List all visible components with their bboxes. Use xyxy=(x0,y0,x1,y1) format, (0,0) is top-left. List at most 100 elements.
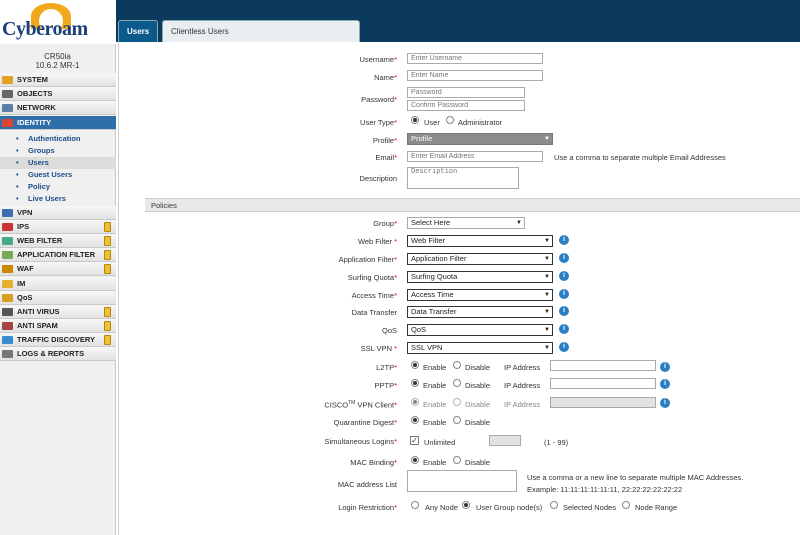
name-input[interactable] xyxy=(407,70,543,81)
web-filter-select[interactable]: Web Filter xyxy=(407,235,553,247)
simultaneous-logins-input[interactable] xyxy=(489,435,521,446)
sidebar-item-anti-spam[interactable]: ANTI SPAM xyxy=(0,319,116,333)
required-marker: * xyxy=(394,95,397,104)
required-marker: * xyxy=(394,55,397,64)
info-icon[interactable]: i xyxy=(559,324,569,334)
access-time-label: Access Time* xyxy=(247,291,397,300)
sidebar-item-application-filter[interactable]: APPLICATION FILTER xyxy=(0,248,116,262)
tab-clientless-users-label: Clientless Users xyxy=(171,27,229,36)
user-type-label: User Type* xyxy=(247,118,397,127)
quarantine-digest-label-text: Quarantine Digest xyxy=(333,418,395,427)
group-select[interactable]: Select Here xyxy=(407,217,525,229)
pptp-enable-radio[interactable] xyxy=(411,379,419,387)
sidebar-sub-authentication[interactable]: Authentication xyxy=(0,133,116,145)
login-restriction-any-node-radio[interactable] xyxy=(411,501,419,509)
required-marker: * xyxy=(394,291,397,300)
cisco-vpn-disable-radio[interactable] xyxy=(453,398,461,406)
login-restriction-selected-nodes-radio[interactable] xyxy=(550,501,558,509)
main-form: Username* Name* Password* User Type* Use… xyxy=(118,42,800,535)
l2tp-ip-input[interactable] xyxy=(550,360,656,371)
quarantine-disable-radio[interactable] xyxy=(453,416,461,424)
sidebar-item-label: IDENTITY xyxy=(17,118,52,127)
login-restriction-user-group-radio[interactable] xyxy=(462,501,470,509)
application-filter-select[interactable]: Application Filter xyxy=(407,253,553,265)
password-input[interactable] xyxy=(407,87,525,98)
qos-select[interactable]: QoS xyxy=(407,324,553,336)
sidebar-sub-groups[interactable]: Groups xyxy=(0,145,116,157)
application-filter-label-text: Application Filter xyxy=(338,255,395,264)
email-input[interactable] xyxy=(407,151,543,162)
login-restriction-node-range-radio[interactable] xyxy=(622,501,630,509)
tab-clientless-users[interactable]: Clientless Users xyxy=(162,20,360,42)
sidebar-item-system[interactable]: SYSTEM xyxy=(0,73,116,87)
user-type-administrator-radio[interactable] xyxy=(446,116,454,124)
sidebar-sub-policy[interactable]: Policy xyxy=(0,181,116,193)
lock-icon xyxy=(104,307,111,317)
sidebar-item-web-filter[interactable]: WEB FILTER xyxy=(0,234,116,248)
access-time-select[interactable]: Access Time xyxy=(407,289,553,301)
info-icon[interactable]: i xyxy=(559,342,569,352)
login-restriction-label-text: Login Restriction xyxy=(338,503,395,512)
username-input[interactable] xyxy=(407,53,543,64)
info-icon[interactable]: i xyxy=(559,306,569,316)
description-textarea[interactable] xyxy=(407,167,519,189)
pptp-disable-radio[interactable] xyxy=(453,379,461,387)
info-icon[interactable]: i xyxy=(660,379,670,389)
logo-text: Cyberoam xyxy=(2,18,88,40)
user-type-user-radio[interactable] xyxy=(411,116,419,124)
sidebar-item-label: WEB FILTER xyxy=(17,236,63,245)
sidebar-item-vpn[interactable]: VPN xyxy=(0,206,116,220)
info-icon[interactable]: i xyxy=(559,235,569,245)
password-label-text: Password xyxy=(361,95,395,104)
lock-icon xyxy=(104,335,111,345)
data-transfer-select[interactable]: Data Transfer xyxy=(407,306,553,318)
sidebar-item-qos[interactable]: QoS xyxy=(0,291,116,305)
unlimited-checkbox[interactable]: ✓ xyxy=(410,436,419,445)
pptp-ip-input[interactable] xyxy=(550,378,656,389)
email-label: Email* xyxy=(247,153,397,162)
info-icon[interactable]: i xyxy=(559,289,569,299)
user-type-user-label: User xyxy=(424,118,440,127)
cisco-vpn-ip-input[interactable] xyxy=(550,397,656,408)
sidebar-item-traffic-discovery[interactable]: TRAFFIC DISCOVERY xyxy=(0,333,116,347)
sidebar-sub-users[interactable]: Users xyxy=(0,157,116,169)
mac-address-hint: Use a comma or a new line to separate mu… xyxy=(527,473,744,482)
required-marker: * xyxy=(394,418,397,427)
sidebar-sub-live-users[interactable]: Live Users xyxy=(0,193,116,205)
mac-binding-disable-label: Disable xyxy=(465,458,491,467)
ips-icon xyxy=(2,223,13,231)
email-hint: Use a comma to separate multiple Email A… xyxy=(554,153,726,162)
sidebar-sub-guest-users[interactable]: Guest Users xyxy=(0,169,116,181)
quarantine-enable-radio[interactable] xyxy=(411,416,419,424)
username-label: Username* xyxy=(247,55,397,64)
profile-select[interactable]: Profile xyxy=(407,133,553,145)
sidebar-item-anti-virus[interactable]: ANTI VIRUS xyxy=(0,305,116,319)
info-icon[interactable]: i xyxy=(559,253,569,263)
sidebar-item-im[interactable]: IM xyxy=(0,277,116,291)
vpn-icon xyxy=(2,209,13,217)
sidebar-item-waf[interactable]: WAF xyxy=(0,262,116,276)
mac-address-list-textarea[interactable] xyxy=(407,470,517,492)
l2tp-disable-radio[interactable] xyxy=(453,361,461,369)
surfing-quota-select[interactable]: Surfing Quota xyxy=(407,271,553,283)
ssl-vpn-select[interactable]: SSL VPN xyxy=(407,342,553,354)
confirm-password-input[interactable] xyxy=(407,100,525,111)
cisco-vpn-enable-radio[interactable] xyxy=(411,398,419,406)
sidebar-item-label: NETWORK xyxy=(17,103,56,112)
tab-users[interactable]: Users xyxy=(118,20,158,42)
surfing-quota-label: Surfing Quota* xyxy=(247,273,397,282)
sidebar-item-ips[interactable]: IPS xyxy=(0,220,116,234)
logs-reports-icon xyxy=(2,350,13,358)
web-filter-label-text: Web Filter xyxy=(357,237,392,246)
info-icon[interactable]: i xyxy=(559,271,569,281)
mac-binding-enable-radio[interactable] xyxy=(411,456,419,464)
sidebar-item-network[interactable]: NETWORK xyxy=(0,101,116,115)
info-icon[interactable]: i xyxy=(660,362,670,372)
sidebar-item-objects[interactable]: OBJECTS xyxy=(0,87,116,101)
sidebar-item-logs-reports[interactable]: LOGS & REPORTS xyxy=(0,347,116,361)
info-icon[interactable]: i xyxy=(660,398,670,408)
l2tp-enable-radio[interactable] xyxy=(411,361,419,369)
mac-binding-disable-radio[interactable] xyxy=(453,456,461,464)
sidebar-item-identity[interactable]: IDENTITY xyxy=(0,116,116,130)
required-marker: * xyxy=(394,153,397,162)
